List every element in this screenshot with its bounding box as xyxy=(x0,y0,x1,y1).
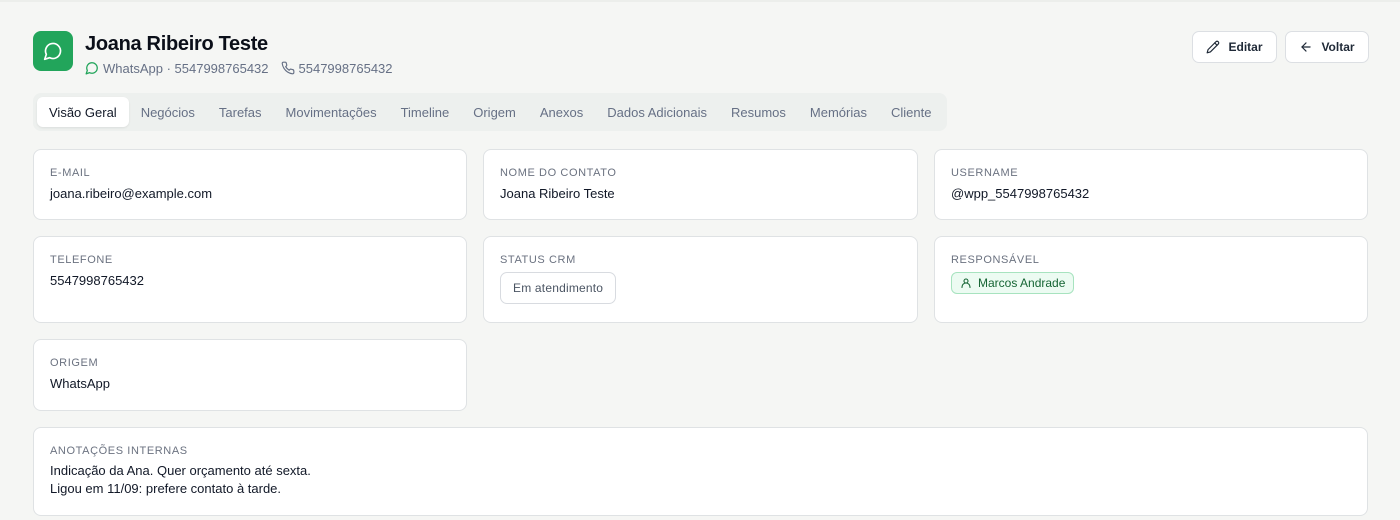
tab-cliente[interactable]: Cliente xyxy=(879,97,943,127)
owner-name: Marcos Andrade xyxy=(978,276,1066,290)
arrow-left-icon xyxy=(1299,40,1313,54)
tab-dados-adicionais[interactable]: Dados Adicionais xyxy=(595,97,719,127)
tab-visao-geral[interactable]: Visão Geral xyxy=(37,97,129,127)
field-label: ORIGEM xyxy=(50,357,99,369)
tab-negocios[interactable]: Negócios xyxy=(129,97,207,127)
field-label: STATUS CRM xyxy=(500,254,576,266)
owner-card: RESPONSÁVEL Marcos Andrade xyxy=(934,236,1368,323)
phone-value: 5547998765432 xyxy=(50,273,144,288)
field-label: USERNAME xyxy=(951,167,1019,179)
contact-name-card: NOME DO CONTATO Joana Ribeiro Teste xyxy=(483,149,918,220)
back-button[interactable]: Voltar xyxy=(1285,31,1369,63)
phone-card: TELEFONE 5547998765432 xyxy=(33,236,467,323)
field-label: E-MAIL xyxy=(50,167,91,179)
contact-subtitle: WhatsApp · 5547998765432 5547998765432 xyxy=(85,60,393,76)
username-value: @wpp_5547998765432 xyxy=(951,186,1090,201)
page-title: Joana Ribeiro Teste xyxy=(85,33,268,55)
crm-status-badge[interactable]: Em atendimento xyxy=(500,272,617,304)
tab-tarefas[interactable]: Tarefas xyxy=(207,97,274,127)
tab-origem[interactable]: Origem xyxy=(461,97,528,127)
phone-icon xyxy=(281,61,295,75)
origin-value: WhatsApp xyxy=(50,376,110,391)
back-button-label: Voltar xyxy=(1321,40,1355,54)
tab-anexos[interactable]: Anexos xyxy=(528,97,595,127)
tab-memorias[interactable]: Memórias xyxy=(798,97,879,127)
whatsapp-chat-icon xyxy=(43,41,63,61)
field-label: RESPONSÁVEL xyxy=(951,254,1040,266)
pencil-icon xyxy=(1206,40,1220,54)
field-label: TELEFONE xyxy=(50,254,113,266)
contact-avatar xyxy=(33,31,73,71)
contact-header: Joana Ribeiro Teste WhatsApp · 554799876… xyxy=(33,31,1369,81)
field-label: ANOTAÇÕES INTERNAS xyxy=(50,445,188,457)
chat-bubble-icon xyxy=(85,61,99,75)
top-divider xyxy=(0,0,1400,2)
owner-badge: Marcos Andrade xyxy=(951,272,1075,294)
edit-button-label: Editar xyxy=(1228,40,1263,54)
internal-notes-text: Indicação da Ana. Quer orçamento até sex… xyxy=(50,462,1351,498)
notes-line: Ligou em 11/09: prefere contato à tarde. xyxy=(50,481,282,496)
origin-card: ORIGEM WhatsApp xyxy=(33,339,467,411)
tab-timeline[interactable]: Timeline xyxy=(389,97,462,127)
field-label: NOME DO CONTATO xyxy=(500,167,617,179)
channel-text: WhatsApp · 5547998765432 xyxy=(103,60,269,76)
tab-movimentacoes[interactable]: Movimentações xyxy=(274,97,389,127)
username-card: USERNAME @wpp_5547998765432 xyxy=(934,149,1368,220)
email-value: joana.ribeiro@example.com xyxy=(50,186,213,201)
phone-text: 5547998765432 xyxy=(298,60,393,76)
tab-resumos[interactable]: Resumos xyxy=(719,97,798,127)
notes-line: Indicação da Ana. Quer orçamento até sex… xyxy=(50,463,311,478)
internal-notes-card: ANOTAÇÕES INTERNAS Indicação da Ana. Que… xyxy=(33,427,1368,516)
email-card: E-MAIL joana.ribeiro@example.com xyxy=(33,149,467,220)
crm-status-card: STATUS CRM Em atendimento xyxy=(483,236,918,323)
contact-name-value: Joana Ribeiro Teste xyxy=(500,186,615,201)
user-icon xyxy=(960,277,972,289)
edit-button[interactable]: Editar xyxy=(1192,31,1277,63)
tab-bar: Visão Geral Negócios Tarefas Movimentaçõ… xyxy=(33,93,948,131)
